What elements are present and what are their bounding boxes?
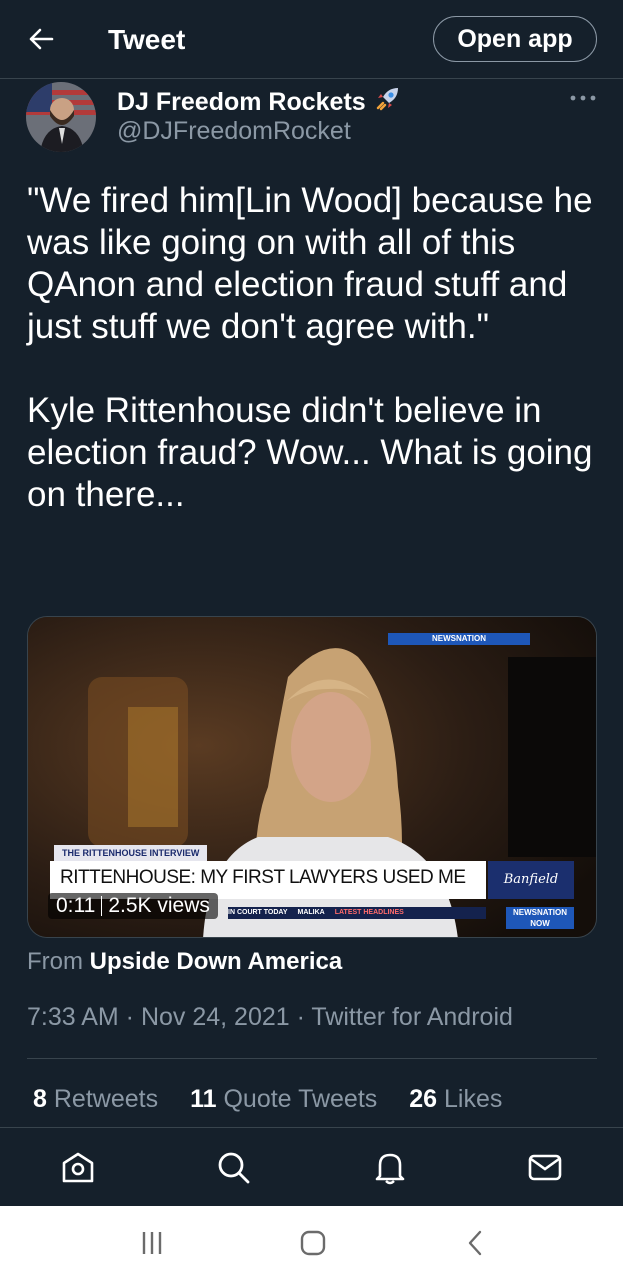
author-name[interactable]: DJ Freedom Rockets bbox=[117, 87, 366, 117]
back-arrow-icon[interactable] bbox=[26, 22, 56, 56]
retweets-count: 8 bbox=[33, 1085, 47, 1113]
search-icon[interactable] bbox=[215, 1149, 251, 1185]
tweet-text: "We fired him[Lin Wood] because he was l… bbox=[27, 181, 593, 514]
network-bug: NEWSNATION bbox=[388, 633, 530, 645]
more-options-icon[interactable] bbox=[568, 88, 598, 108]
author-name-row[interactable]: DJ Freedom Rockets bbox=[117, 84, 402, 119]
quote-tweets-stat[interactable]: 11 Quote Tweets bbox=[190, 1082, 377, 1116]
bottom-nav bbox=[0, 1128, 623, 1206]
source-name[interactable]: Upside Down America bbox=[90, 948, 343, 975]
headline-text: RITTENHOUSE: MY FIRST LAWYERS USED ME bbox=[60, 867, 466, 888]
source-prefix: From bbox=[27, 948, 83, 975]
likes-label: Likes bbox=[444, 1085, 503, 1113]
page-title: Tweet bbox=[108, 24, 186, 55]
retweets-stat[interactable]: 8 Retweets bbox=[33, 1082, 158, 1116]
home-button-icon[interactable] bbox=[297, 1228, 329, 1258]
author-handle[interactable]: @DJFreedomRocket bbox=[117, 116, 351, 146]
show-logo: Banfield bbox=[488, 861, 574, 899]
ticker-item: LATEST HEADLINES bbox=[334, 909, 404, 916]
tweet-timestamp[interactable]: 7:33 AM · Nov 24, 2021 · Twitter for And… bbox=[27, 1000, 513, 1034]
video-player[interactable]: NEWSNATION THE RITTENHOUSE INTERVIEW RIT… bbox=[27, 616, 597, 938]
video-duration-badge: 0:11 2.5K views bbox=[48, 893, 218, 919]
recent-apps-icon[interactable] bbox=[136, 1228, 168, 1258]
engagement-stats: 8 Retweets 11 Quote Tweets 26 Likes bbox=[33, 1082, 502, 1116]
top-bar: Tweet Open app bbox=[0, 0, 623, 79]
badge-divider bbox=[101, 896, 103, 916]
open-app-button[interactable]: Open app bbox=[433, 16, 597, 62]
system-navigation-bar bbox=[0, 1206, 623, 1280]
divider bbox=[27, 1058, 597, 1059]
lower-third-tag: THE RITTENHOUSE INTERVIEW bbox=[54, 845, 208, 861]
news-ticker: IN COURT TODAY MALIKA LATEST HEADLINES bbox=[228, 907, 486, 919]
video-views: 2.5K views bbox=[108, 894, 210, 917]
corner-logo: NEWSNATION NOW bbox=[506, 907, 574, 929]
ticker-item: MALIKA bbox=[297, 909, 325, 916]
home-icon[interactable] bbox=[60, 1149, 96, 1185]
notifications-icon[interactable] bbox=[372, 1149, 408, 1185]
avatar[interactable] bbox=[26, 82, 96, 152]
ticker-item: IN COURT TODAY bbox=[228, 909, 288, 916]
quotes-count: 11 bbox=[190, 1085, 217, 1113]
likes-count: 26 bbox=[409, 1085, 438, 1113]
media-source: From Upside Down America bbox=[27, 946, 342, 978]
back-icon[interactable] bbox=[460, 1228, 492, 1258]
messages-icon[interactable] bbox=[527, 1149, 563, 1185]
likes-stat[interactable]: 26 Likes bbox=[409, 1082, 502, 1116]
quotes-label: Quote Tweets bbox=[223, 1085, 378, 1113]
rocket-icon bbox=[374, 84, 402, 119]
video-duration: 0:11 bbox=[56, 894, 96, 917]
retweets-label: Retweets bbox=[53, 1085, 159, 1113]
